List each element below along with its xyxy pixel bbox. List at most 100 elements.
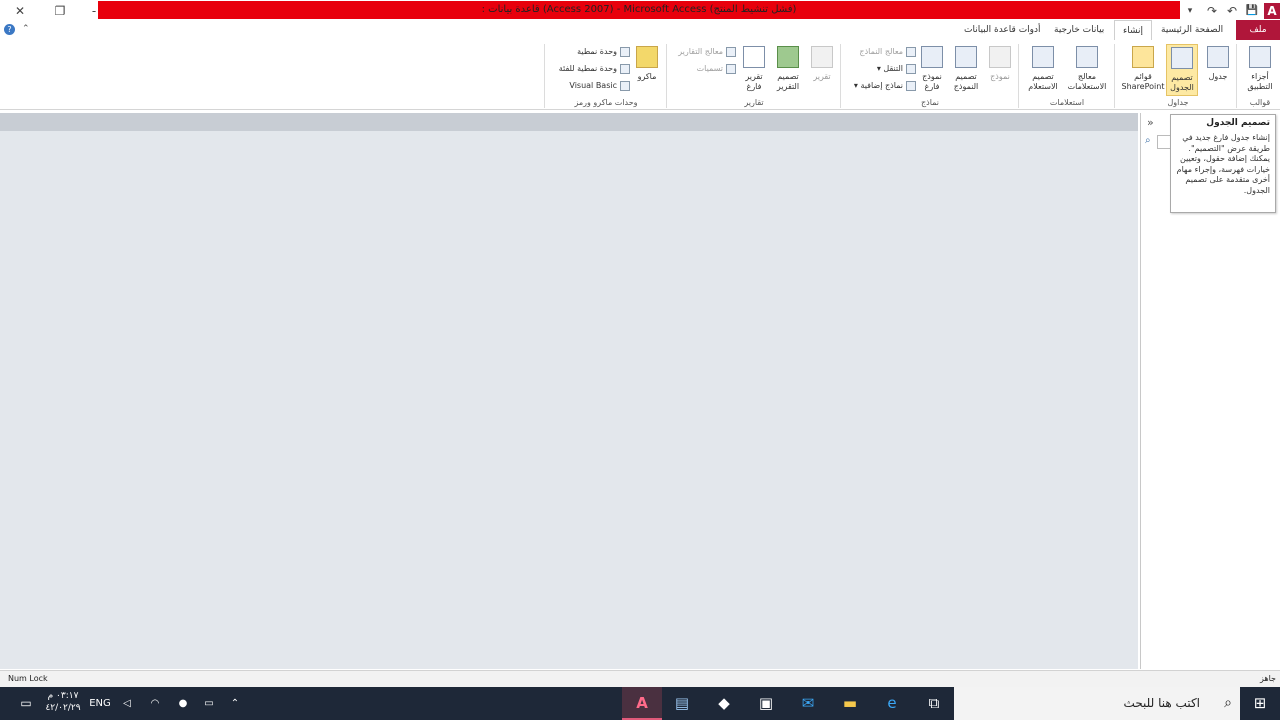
search-icon[interactable]: ⌕ <box>1145 135 1151 146</box>
macro-icon <box>636 46 658 68</box>
table-button[interactable]: جدول <box>1198 44 1238 96</box>
report-wizard-button[interactable]: معالج التقارير <box>668 44 736 59</box>
task-view-icon[interactable]: ⧉ <box>914 687 954 720</box>
query-wizard-icon <box>1076 46 1098 68</box>
blank-form-button[interactable]: نموذج فارغ <box>916 44 948 96</box>
status-bar: Num Lock جاهز <box>0 670 1280 687</box>
sharepoint-lists-icon <box>1132 46 1154 68</box>
tooltip-table-design: تصميم الجدول إنشاء جدول فارغ جديد في طري… <box>1170 114 1276 213</box>
outlook-icon[interactable]: ▤ <box>662 687 702 720</box>
ribbon: أجزاء التطبيق قوالب جدول تصميم الجدول قو… <box>0 40 1280 110</box>
labels-button[interactable]: تسميات <box>668 61 736 76</box>
app-icon[interactable]: ◆ <box>704 687 744 720</box>
notifications-icon[interactable]: ▭ <box>14 687 38 720</box>
table-icon <box>1207 46 1229 68</box>
taskbar-search-box[interactable]: اكتب هنا للبحث ⌕ <box>954 687 1240 720</box>
blank-form-icon <box>921 46 943 68</box>
start-windows-icon[interactable]: ⊞ <box>1240 687 1280 720</box>
report-icon <box>811 46 833 68</box>
report-button[interactable]: تقرير <box>806 44 838 96</box>
module-button[interactable]: وحدة نمطية <box>546 44 630 59</box>
form-design-icon <box>955 46 977 68</box>
redo-icon[interactable]: ↷ <box>1204 3 1220 19</box>
module-icon <box>620 46 630 57</box>
title-bar: ✕ ❐ - : قاعدة بيانات (Access 2007) - Mic… <box>0 0 1280 22</box>
labels-icon <box>726 63 736 74</box>
macro-button[interactable]: ماكرو <box>630 44 664 96</box>
access-taskbar-icon[interactable]: A <box>622 687 662 720</box>
ribbon-tabs: ? ⌃ ملف الصفحة الرئيسية إنشاء بيانات خار… <box>0 20 1280 40</box>
group-label-queries: استعلامات <box>1049 98 1085 107</box>
tooltip-title: تصميم الجدول <box>1206 118 1270 128</box>
group-separator <box>544 44 545 108</box>
app-parts-icon <box>1249 46 1271 68</box>
more-forms-button[interactable]: نماذج إضافية ▾ <box>846 78 916 93</box>
num-lock-indicator: Num Lock <box>8 674 48 683</box>
sharepoint-lists-button[interactable]: قوائم SharePoint <box>1120 44 1166 96</box>
form-wizard-icon <box>906 46 916 57</box>
form-wizard-button[interactable]: معالج النماذج <box>846 44 916 59</box>
form-button[interactable]: نموذج <box>984 44 1016 96</box>
visual-basic-icon <box>620 80 630 91</box>
wifi-icon[interactable]: ◠ <box>146 687 164 720</box>
table-design-button[interactable]: تصميم الجدول <box>1166 44 1198 96</box>
group-separator <box>666 44 667 108</box>
table-design-icon <box>1171 47 1193 69</box>
query-wizard-button[interactable]: معالج الاستعلامات <box>1064 44 1110 96</box>
query-design-icon <box>1032 46 1054 68</box>
navigation-button[interactable]: التنقل ▾ <box>846 61 916 76</box>
group-separator <box>1018 44 1019 108</box>
group-label-tables: جداول <box>1167 98 1189 107</box>
qat-customize-icon[interactable]: ▾ <box>1182 3 1198 19</box>
navigation-icon <box>906 63 916 74</box>
edge-icon[interactable]: e <box>872 687 912 720</box>
ribbon-minimize-icon[interactable]: ⌃ <box>22 24 30 34</box>
tray-overflow-icon[interactable]: ⌃ <box>226 687 244 720</box>
form-design-button[interactable]: تصميم النموذج <box>948 44 984 96</box>
blank-report-icon <box>743 46 765 68</box>
group-label-macros: وحدات ماكرو ورمز <box>574 98 638 107</box>
tab-file[interactable]: ملف <box>1236 20 1280 40</box>
class-module-button[interactable]: وحدة نمطية للفئة <box>546 61 630 76</box>
visual-basic-button[interactable]: Visual Basic <box>546 78 630 93</box>
tab-external-data[interactable]: بيانات خارجية <box>1046 20 1112 40</box>
group-separator <box>840 44 841 108</box>
mail-icon[interactable]: ✉ <box>788 687 828 720</box>
status-ready: جاهز <box>1259 674 1276 683</box>
group-label-forms: نماذج <box>920 98 939 107</box>
window-title: : قاعدة بيانات (Access 2007) - Microsoft… <box>98 1 1180 19</box>
group-label-reports: تقارير <box>744 98 764 107</box>
restore-icon[interactable]: ❐ <box>52 3 68 19</box>
more-forms-icon <box>906 80 916 91</box>
search-icon: ⌕ <box>1224 695 1232 711</box>
app-parts-button[interactable]: أجزاء التطبيق <box>1240 44 1280 96</box>
tab-create[interactable]: إنشاء <box>1114 20 1153 40</box>
microphone-icon[interactable]: ● <box>174 687 192 720</box>
close-icon[interactable]: ✕ <box>12 3 28 19</box>
undo-icon[interactable]: ↶ <box>1224 3 1240 19</box>
store-icon[interactable]: ▣ <box>746 687 786 720</box>
form-icon <box>989 46 1011 68</box>
file-explorer-icon[interactable]: ▬ <box>830 687 870 720</box>
tab-home[interactable]: الصفحة الرئيسية <box>1153 20 1231 40</box>
access-logo-icon: A <box>1264 3 1280 19</box>
tab-database-tools[interactable]: أدوات قاعدة البيانات <box>956 20 1049 40</box>
battery-icon[interactable]: ▭ <box>200 687 218 720</box>
report-design-icon <box>777 46 799 68</box>
query-design-button[interactable]: تصميم الاستعلام <box>1022 44 1064 96</box>
report-wizard-icon <box>726 46 736 57</box>
clock[interactable]: ٠٣:١٧ م ٤٢/٠٢/٢٩ <box>40 690 86 720</box>
group-label-templates: قوالب <box>1249 98 1271 107</box>
tooltip-body: إنشاء جدول فارغ جديد في طريقة عرض "التصم… <box>1176 133 1270 195</box>
volume-icon[interactable]: ◁ <box>118 687 136 720</box>
save-icon[interactable]: 💾 <box>1244 3 1260 19</box>
report-design-button[interactable]: تصميم التقرير <box>770 44 806 96</box>
blank-report-button[interactable]: تقرير فارغ <box>738 44 770 96</box>
document-workspace[interactable] <box>0 131 1138 669</box>
language-indicator[interactable]: ENG <box>88 687 112 720</box>
workspace-header <box>0 113 1138 131</box>
class-module-icon <box>620 63 630 74</box>
taskbar: ⊞ اكتب هنا للبحث ⌕ ⧉ e ▬ ✉ ▣ ◆ ▤ A ⌃ ▭ ●… <box>0 687 1280 720</box>
help-icon[interactable]: ? <box>4 24 15 35</box>
collapse-nav-icon[interactable]: » <box>1147 116 1154 129</box>
